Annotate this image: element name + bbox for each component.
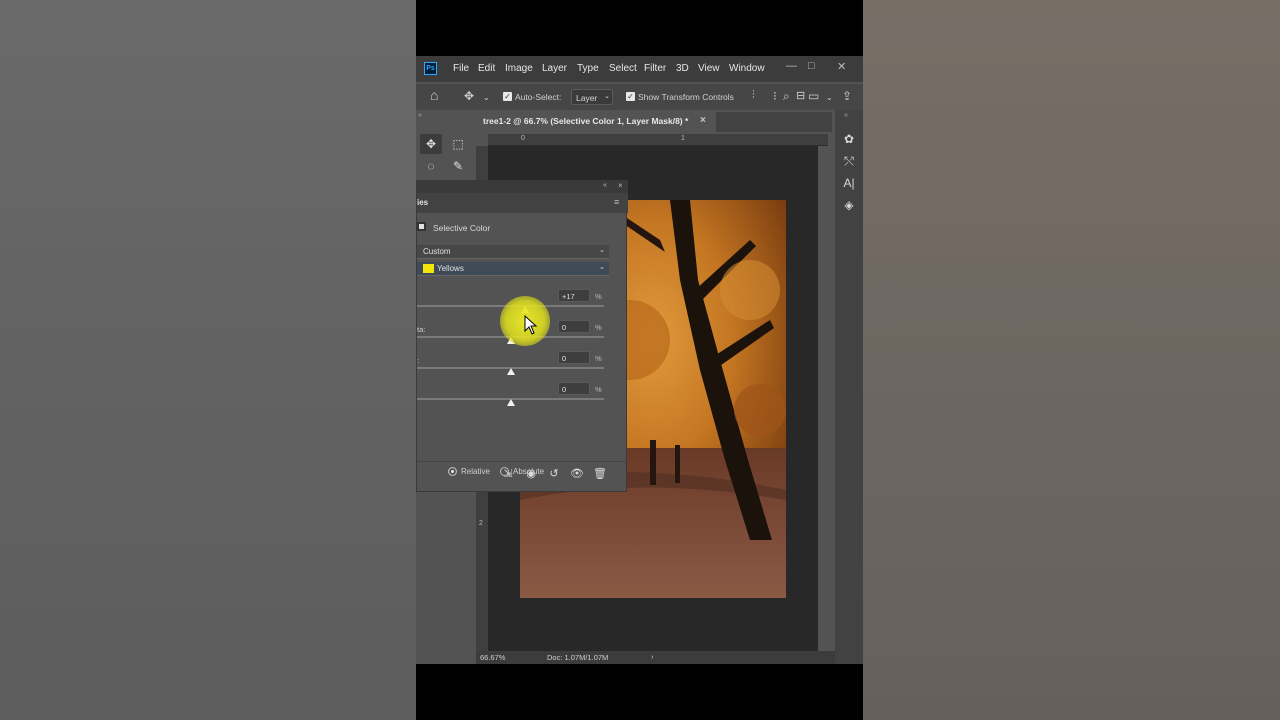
move-tool-icon[interactable]: ✥ bbox=[464, 89, 474, 103]
minimize-button[interactable]: — bbox=[786, 60, 797, 72]
workspace-icon[interactable]: ▭ bbox=[808, 89, 819, 103]
menu-type[interactable]: Type bbox=[577, 63, 599, 74]
zoom-level[interactable]: 66.67% bbox=[480, 653, 505, 662]
properties-panel-header: « × bbox=[417, 181, 628, 193]
chevron-down-icon[interactable]: ⌄ bbox=[826, 93, 833, 102]
clip-to-layer-icon[interactable]: ⇲ bbox=[500, 467, 516, 480]
ruler-horizontal: 0 1 bbox=[488, 134, 828, 146]
background-right bbox=[863, 0, 1280, 720]
slider-value-input[interactable]: 0 bbox=[558, 320, 590, 333]
properties-tab[interactable]: ies ≡ bbox=[417, 193, 628, 213]
menu-filter[interactable]: Filter bbox=[644, 63, 666, 74]
show-transform-checkbox[interactable]: ✓ bbox=[626, 92, 635, 101]
chevron-down-icon: ⌄ bbox=[599, 247, 605, 254]
menu-layer[interactable]: Layer bbox=[542, 63, 567, 74]
layers-panel-icon[interactable]: ◈ bbox=[841, 197, 857, 213]
menu-edit[interactable]: Edit bbox=[478, 63, 495, 74]
slider-row-yellow: : 0 % bbox=[417, 351, 628, 386]
slider-label: : bbox=[417, 356, 420, 365]
visibility-eye-icon[interactable]: 👁 bbox=[569, 467, 585, 480]
menu-3d[interactable]: 3D bbox=[676, 63, 689, 74]
close-icon[interactable]: × bbox=[618, 181, 623, 190]
menu-file[interactable]: File bbox=[453, 63, 469, 74]
color-panel-icon[interactable]: ✿ bbox=[841, 131, 857, 147]
close-icon[interactable]: × bbox=[700, 115, 706, 126]
document-tab-bar: tree1-2 @ 66.7% (Selective Color 1, Laye… bbox=[476, 112, 832, 132]
align-icon[interactable]: ⫶ bbox=[752, 89, 755, 102]
photoshop-window: Ps File Edit Image Layer Type Select Fil… bbox=[416, 56, 863, 664]
slider-value-input[interactable]: 0 bbox=[558, 351, 590, 364]
menu-window[interactable]: Window bbox=[729, 63, 765, 74]
toolbox: « ✥ ⬚ ◌ ✎ bbox=[416, 110, 474, 180]
search-icon[interactable]: ⌕ bbox=[783, 89, 790, 104]
home-icon[interactable]: ⌂ bbox=[430, 87, 438, 103]
paths-panel-icon[interactable]: ⤲ bbox=[841, 153, 857, 169]
quick-selection-tool-icon[interactable]: ✎ bbox=[447, 156, 469, 176]
slider-unit: % bbox=[595, 354, 602, 363]
slider-unit: % bbox=[595, 292, 602, 301]
marquee-tool-icon[interactable]: ⬚ bbox=[447, 134, 469, 154]
photoshop-logo-icon: Ps bbox=[424, 62, 437, 75]
slider-label: ta: bbox=[417, 325, 426, 334]
trash-icon[interactable]: 🗑 bbox=[592, 467, 608, 480]
align-distribute-icon[interactable]: ⁝ bbox=[773, 89, 777, 103]
document-tab[interactable]: tree1-2 @ 66.7% (Selective Color 1, Laye… bbox=[476, 112, 716, 132]
collapse-icon[interactable]: « bbox=[418, 112, 422, 119]
panel-menu-icon[interactable]: ≡ bbox=[614, 197, 619, 207]
maximize-button[interactable]: □ bbox=[808, 60, 815, 72]
right-panel-dock: « ✿ ⤲ A| ◈ bbox=[835, 110, 863, 664]
show-transform-label: Show Transform Controls bbox=[638, 92, 734, 102]
slider-unit: % bbox=[595, 385, 602, 394]
document-tab-title: tree1-2 @ 66.7% (Selective Color 1, Laye… bbox=[483, 116, 689, 126]
properties-tab-label: ies bbox=[417, 198, 429, 207]
chevron-down-icon: ⌄ bbox=[604, 93, 610, 100]
share-icon[interactable]: ⇪ bbox=[842, 89, 852, 103]
adjustment-layer-icon bbox=[417, 222, 426, 231]
chevron-down-icon[interactable]: ⌄ bbox=[483, 93, 490, 102]
doc-info: Doc: 1.07M/1.07M bbox=[547, 653, 609, 662]
preset-value: Custom bbox=[423, 247, 451, 256]
colors-value: Yellows bbox=[437, 264, 464, 273]
ruler-mark: 1 bbox=[681, 135, 685, 142]
close-window-button[interactable]: ✕ bbox=[837, 60, 846, 73]
slider-value-input[interactable]: +17 bbox=[558, 289, 590, 302]
mouse-cursor-icon bbox=[524, 315, 538, 335]
ruler-mark: 2 bbox=[479, 520, 483, 527]
video-frame: Ps File Edit Image Layer Type Select Fil… bbox=[416, 0, 863, 720]
auto-select-checkbox[interactable]: ✓ bbox=[503, 92, 512, 101]
menu-view[interactable]: View bbox=[698, 63, 720, 74]
preset-dropdown[interactable]: Custom ⌄ bbox=[417, 245, 609, 259]
collapse-icon[interactable]: « bbox=[603, 182, 607, 189]
distribute-icon[interactable]: ⊟ bbox=[796, 89, 805, 102]
color-swatch bbox=[423, 264, 434, 273]
ruler-mark: 0 bbox=[521, 135, 525, 142]
reset-icon[interactable]: ↺ bbox=[546, 467, 562, 480]
auto-select-dropdown[interactable]: Layer ⌄ bbox=[571, 89, 613, 105]
options-bar: ⌂ ✥ ⌄ ✓ Auto-Select: Layer ⌄ ✓ Show Tran… bbox=[416, 84, 863, 110]
view-previous-state-icon[interactable]: ◉ bbox=[523, 467, 539, 480]
auto-select-label: Auto-Select: bbox=[515, 92, 562, 102]
move-tool-icon[interactable]: ✥ bbox=[420, 134, 442, 154]
slider-value-input[interactable]: 0 bbox=[558, 382, 590, 395]
menu-bar: Ps File Edit Image Layer Type Select Fil… bbox=[416, 56, 863, 82]
menu-image[interactable]: Image bbox=[505, 63, 533, 74]
auto-select-value: Layer bbox=[576, 93, 598, 103]
slider-thumb[interactable] bbox=[506, 399, 515, 406]
slider-thumb[interactable] bbox=[506, 368, 515, 375]
background-left bbox=[0, 0, 416, 720]
chevron-down-icon: ⌄ bbox=[599, 264, 605, 271]
status-menu-arrow-icon[interactable]: › bbox=[651, 652, 654, 661]
menu-select[interactable]: Select bbox=[609, 63, 637, 74]
lasso-tool-icon[interactable]: ◌ bbox=[420, 156, 442, 176]
collapse-icon[interactable]: « bbox=[844, 112, 848, 119]
slider-unit: % bbox=[595, 323, 602, 332]
slider-row-black: 0 % bbox=[417, 382, 628, 417]
adjustment-title: Selective Color bbox=[433, 223, 491, 233]
colors-dropdown[interactable]: Yellows ⌄ bbox=[417, 262, 609, 276]
status-bar: 66.67% Doc: 1.07M/1.07M › bbox=[476, 651, 835, 664]
character-panel-icon[interactable]: A| bbox=[841, 175, 857, 191]
properties-footer: ⇲ ◉ ↺ 👁 🗑 bbox=[417, 461, 628, 487]
